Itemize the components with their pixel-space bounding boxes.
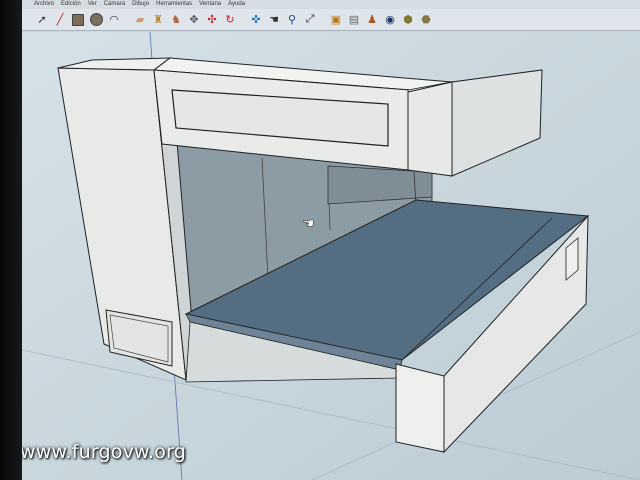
sketchup-window: Archivo Edición Ver Cámara Dibujo Herram… xyxy=(22,0,640,480)
section-icon[interactable]: ▤ xyxy=(346,12,362,28)
geo-icon[interactable]: ◉ xyxy=(382,12,398,28)
move-icon[interactable]: ✥ xyxy=(186,12,202,28)
pan-icon[interactable]: ☚ xyxy=(266,12,282,28)
circle-icon[interactable] xyxy=(88,12,104,28)
interior-shelf xyxy=(327,165,433,205)
select-icon[interactable]: ➚ xyxy=(34,12,50,28)
orbit-icon[interactable]: ✜ xyxy=(248,12,264,28)
menu-ventana[interactable]: Ventana xyxy=(199,0,221,9)
zoom-extents-icon[interactable]: ⤢ xyxy=(302,12,318,28)
paint-bucket-icon[interactable]: ♜ xyxy=(150,12,166,28)
push-pull-icon[interactable]: ♞ xyxy=(168,12,184,28)
menu-archivo[interactable]: Archivo xyxy=(34,0,54,9)
menu-edicion[interactable]: Edición xyxy=(61,0,81,9)
menu-herramientas[interactable]: Herramientas xyxy=(156,0,192,9)
eraser-icon[interactable]: ▰ xyxy=(132,12,148,28)
monitor-bezel xyxy=(0,0,24,480)
hand-cursor-icon: ☚ xyxy=(302,216,315,232)
upper-right-front xyxy=(407,81,453,177)
menu-camara[interactable]: Cámara xyxy=(104,0,125,9)
rotate-icon[interactable]: ✣ xyxy=(204,12,220,28)
share-icon[interactable]: ⬣ xyxy=(418,12,434,28)
watermark: www.furgovw.org xyxy=(22,441,187,463)
walk-icon[interactable]: ♟ xyxy=(364,12,380,28)
menu-ver[interactable]: Ver xyxy=(88,0,97,9)
pencil-icon[interactable]: ╱ xyxy=(52,12,68,28)
support-front xyxy=(395,363,445,453)
model-viewport[interactable]: ☚ xyxy=(22,32,640,480)
arc-icon[interactable]: ◠ xyxy=(106,12,122,28)
main-toolbar: ➚ ╱ ◠ ▰ ♜ ♞ ✥ ✣ ↻ ✜ ☚ ⚲ ⤢ ▣ ▤ ♟ ◉ ⬢ ⬣ xyxy=(22,9,640,31)
menu-dibujo[interactable]: Dibujo xyxy=(132,0,149,9)
menu-bar: Archivo Edición Ver Cámara Dibujo Herram… xyxy=(22,0,640,9)
component-icon[interactable]: ▣ xyxy=(328,12,344,28)
zoom-icon[interactable]: ⚲ xyxy=(284,12,300,28)
warehouse-icon[interactable]: ⬢ xyxy=(400,12,416,28)
scale-icon[interactable]: ↻ xyxy=(222,12,238,28)
rectangle-icon[interactable] xyxy=(70,12,86,28)
menu-ayuda[interactable]: Ayuda xyxy=(228,0,245,9)
